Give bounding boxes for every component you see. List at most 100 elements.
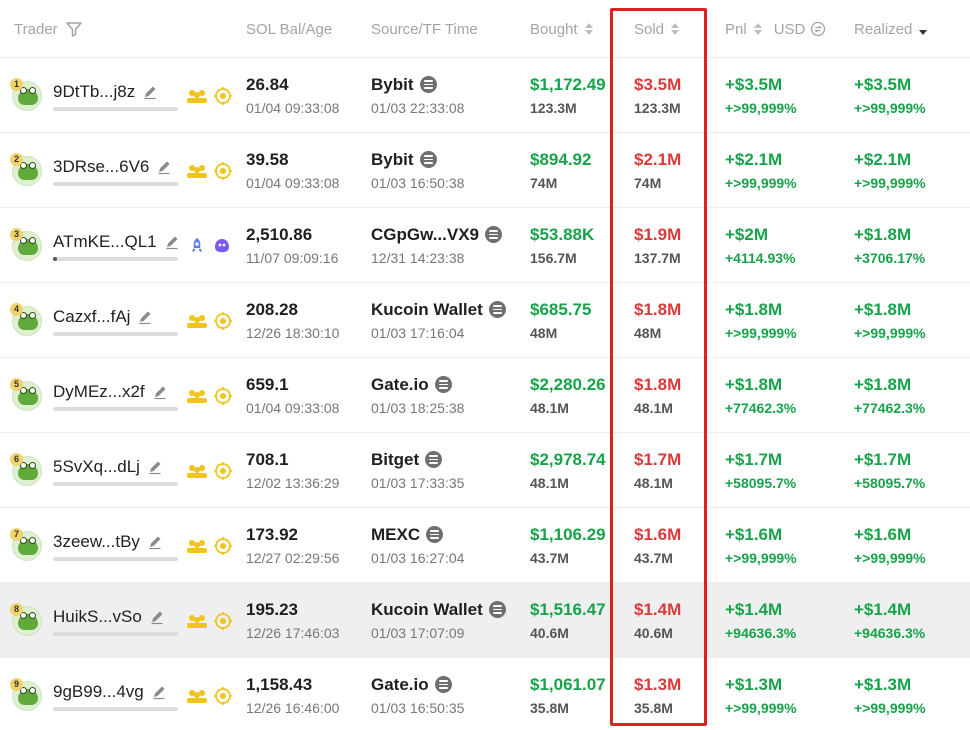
header-trader[interactable]: Trader bbox=[14, 0, 83, 58]
currency-toggle-icon[interactable] bbox=[810, 21, 826, 37]
source-menu-icon[interactable] bbox=[434, 676, 452, 693]
rocket-icon[interactable] bbox=[188, 237, 206, 255]
target-icon[interactable] bbox=[214, 386, 232, 405]
group-icon[interactable] bbox=[186, 88, 208, 104]
header-bought[interactable]: Bought bbox=[530, 0, 593, 58]
target-icon[interactable] bbox=[214, 86, 232, 105]
group-icon[interactable] bbox=[186, 613, 208, 629]
trader-address[interactable]: HuikS...vSo bbox=[53, 606, 142, 628]
avatar[interactable]: 6 bbox=[10, 452, 42, 486]
bought-cell: $1,516.47 40.6M bbox=[530, 583, 606, 658]
rank-badge: 3 bbox=[10, 227, 23, 241]
trader-address[interactable]: 3DRse...6V6 bbox=[53, 156, 149, 178]
pnl-usd: +$3.5M bbox=[725, 74, 783, 94]
source-menu-icon[interactable] bbox=[434, 376, 452, 393]
header-usd-label[interactable]: USD bbox=[774, 21, 806, 38]
source-name[interactable]: MEXC bbox=[371, 524, 420, 546]
source-name[interactable]: Bitget bbox=[371, 449, 419, 471]
target-icon[interactable] bbox=[214, 161, 232, 180]
trader-cell: 1 9DtTb...j8z bbox=[10, 58, 232, 133]
edit-pencil-icon[interactable] bbox=[152, 384, 168, 400]
edit-pencil-icon[interactable] bbox=[137, 309, 153, 325]
trader-cell: 8 HuikS...vSo bbox=[10, 583, 232, 658]
target-icon[interactable] bbox=[214, 611, 232, 630]
avatar[interactable]: 7 bbox=[10, 527, 42, 561]
transfer-time: 01/03 17:33:35 bbox=[371, 474, 465, 491]
bought-usd: $2,280.26 bbox=[530, 374, 606, 394]
trader-address[interactable]: ATmKE...QL1 bbox=[53, 231, 157, 253]
table-row[interactable]: 5 DyMEz...x2f 659.1 01/04 09:33:08 Gate. bbox=[0, 358, 970, 433]
header-pnl[interactable]: Pnl USD bbox=[725, 0, 826, 58]
rank-badge: 7 bbox=[10, 527, 23, 541]
target-icon[interactable] bbox=[214, 311, 232, 330]
group-icon[interactable] bbox=[186, 163, 208, 179]
avatar[interactable]: 9 bbox=[10, 677, 42, 711]
edit-pencil-icon[interactable] bbox=[147, 459, 163, 475]
trader-address[interactable]: 5SvXq...dLj bbox=[53, 456, 140, 478]
edit-pencil-icon[interactable] bbox=[149, 609, 165, 625]
source-name[interactable]: Bybit bbox=[371, 149, 414, 171]
edit-pencil-icon[interactable] bbox=[156, 159, 172, 175]
source-name[interactable]: Kucoin Wallet bbox=[371, 599, 483, 621]
sold-cell: $1.4M 40.6M bbox=[634, 583, 681, 658]
table-row[interactable]: 7 3zeew...tBy 173.92 12/27 02:29:56 MEXC bbox=[0, 508, 970, 583]
source-name[interactable]: Gate.io bbox=[371, 674, 429, 696]
avatar[interactable]: 1 bbox=[10, 77, 42, 111]
source-name[interactable]: Kucoin Wallet bbox=[371, 299, 483, 321]
ghost-icon[interactable] bbox=[212, 237, 232, 255]
group-icon[interactable] bbox=[186, 313, 208, 329]
source-name[interactable]: CGpGw...VX9 bbox=[371, 224, 479, 246]
group-icon[interactable] bbox=[186, 538, 208, 554]
sort-arrows-icon[interactable] bbox=[671, 23, 680, 35]
sold-amount: 40.6M bbox=[634, 624, 673, 641]
source-menu-icon[interactable] bbox=[488, 301, 506, 318]
pnl-cell: +$1.6M +>99,999% bbox=[725, 508, 797, 583]
realized-percent: +>99,999% bbox=[854, 324, 926, 341]
table-row[interactable]: 2 3DRse...6V6 39.58 01/04 09:33:08 Bybit bbox=[0, 133, 970, 208]
trader-address[interactable]: 9DtTb...j8z bbox=[53, 81, 135, 103]
sort-arrows-icon[interactable] bbox=[584, 23, 593, 35]
header-sold[interactable]: Sold bbox=[634, 0, 680, 58]
trader-address[interactable]: DyMEz...x2f bbox=[53, 381, 145, 403]
source-menu-icon[interactable] bbox=[426, 526, 444, 543]
holding-progress-bar bbox=[53, 556, 178, 561]
edit-pencil-icon[interactable] bbox=[142, 84, 158, 100]
target-icon[interactable] bbox=[214, 536, 232, 555]
source-menu-icon[interactable] bbox=[419, 76, 437, 93]
avatar[interactable]: 2 bbox=[10, 152, 42, 186]
edit-pencil-icon[interactable] bbox=[151, 684, 167, 700]
group-icon[interactable] bbox=[186, 388, 208, 404]
target-icon[interactable] bbox=[214, 461, 232, 480]
avatar[interactable]: 5 bbox=[10, 377, 42, 411]
group-icon[interactable] bbox=[186, 688, 208, 704]
sort-arrow-active-icon[interactable] bbox=[919, 23, 928, 35]
table-row[interactable]: 4 Cazxf...fAj 208.28 12/26 18:30:10 Kuco bbox=[0, 283, 970, 358]
sort-arrows-icon[interactable] bbox=[753, 23, 762, 35]
table-row[interactable]: 1 9DtTb...j8z 26.84 01/04 09:33:08 Bybit bbox=[0, 58, 970, 133]
bought-amount: 48.1M bbox=[530, 399, 569, 416]
source-menu-icon[interactable] bbox=[488, 601, 506, 618]
source-menu-icon[interactable] bbox=[419, 151, 437, 168]
trader-address[interactable]: Cazxf...fAj bbox=[53, 306, 130, 328]
avatar[interactable]: 3 bbox=[10, 227, 42, 261]
table-row[interactable]: 3 ATmKE...QL1 2,510.86 11/07 09:09:16 CG bbox=[0, 208, 970, 283]
edit-pencil-icon[interactable] bbox=[164, 234, 180, 250]
table-row[interactable]: 6 5SvXq...dLj 708.1 12/02 13:36:29 Bitge bbox=[0, 433, 970, 508]
trader-address[interactable]: 3zeew...tBy bbox=[53, 531, 140, 553]
source-menu-icon[interactable] bbox=[425, 451, 443, 468]
edit-pencil-icon[interactable] bbox=[147, 534, 163, 550]
header-realized[interactable]: Realized bbox=[854, 0, 928, 58]
wallet-age: 12/26 17:46:03 bbox=[246, 624, 340, 641]
table-row[interactable]: 9 9gB99...4vg 1,158.43 12/26 16:46:00 Ga bbox=[0, 658, 970, 730]
source-name[interactable]: Gate.io bbox=[371, 374, 429, 396]
trader-address[interactable]: 9gB99...4vg bbox=[53, 681, 144, 703]
avatar[interactable]: 4 bbox=[10, 302, 42, 336]
source-name[interactable]: Bybit bbox=[371, 74, 414, 96]
table-row[interactable]: 8 HuikS...vSo 195.23 12/26 17:46:03 Kuco bbox=[0, 583, 970, 658]
group-icon[interactable] bbox=[186, 463, 208, 479]
holding-progress-bar bbox=[53, 106, 178, 111]
filter-icon[interactable] bbox=[65, 20, 83, 38]
source-menu-icon[interactable] bbox=[485, 226, 503, 243]
target-icon[interactable] bbox=[214, 686, 232, 705]
avatar[interactable]: 8 bbox=[10, 602, 42, 636]
